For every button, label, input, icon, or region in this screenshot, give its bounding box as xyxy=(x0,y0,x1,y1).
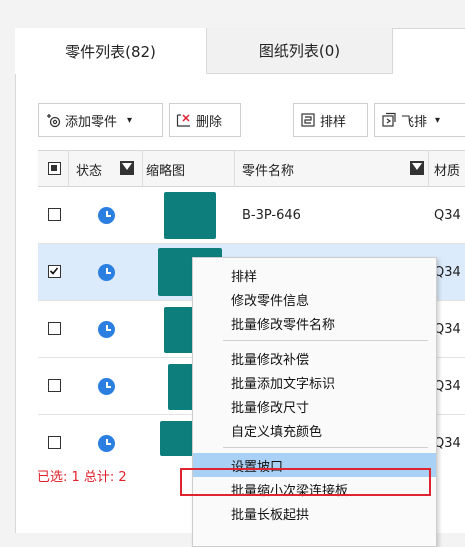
material-cell: Q34 xyxy=(434,322,461,337)
tab-parts-list[interactable]: 零件列表(82) xyxy=(15,28,207,74)
delete-button[interactable]: 删除 xyxy=(169,103,241,137)
context-menu: 排样 修改零件信息 批量修改零件名称 批量修改补偿 批量添加文字标识 批量修改尺… xyxy=(192,257,437,547)
menu-item-batch-resize[interactable]: 批量修改尺寸 xyxy=(193,394,436,418)
part-thumbnail xyxy=(168,364,194,410)
part-thumbnail xyxy=(160,421,194,456)
menu-item-nest[interactable]: 排样 xyxy=(193,263,436,287)
add-part-icon xyxy=(47,114,61,128)
filter-icon[interactable] xyxy=(410,161,424,175)
row-checkbox[interactable] xyxy=(48,265,61,278)
app-root: 零件列表(82) 图纸列表(0) 添加零件 ▾ 删除 排样 飞排 ▾ 状态 缩略… xyxy=(0,0,465,547)
nest-label: 排样 xyxy=(320,114,347,130)
clock-icon xyxy=(98,207,115,224)
add-part-button[interactable]: 添加零件 ▾ xyxy=(38,103,163,137)
menu-separator xyxy=(223,340,428,341)
delete-icon xyxy=(176,114,190,127)
header-thumbnail[interactable]: 缩略图 xyxy=(146,151,185,187)
row-checkbox[interactable] xyxy=(48,436,61,449)
menu-item-batch-text-label[interactable]: 批量添加文字标识 xyxy=(193,370,436,394)
material-cell: Q34 xyxy=(434,208,461,223)
header-material[interactable]: 材质 xyxy=(434,151,460,187)
check-icon xyxy=(49,267,59,275)
tab-drawings-list-label: 图纸列表(0) xyxy=(258,42,341,60)
material-cell: Q34 xyxy=(434,436,461,451)
clock-icon xyxy=(98,378,115,395)
part-thumbnail xyxy=(164,307,194,353)
menu-separator xyxy=(223,447,428,448)
filter-icon[interactable] xyxy=(120,161,134,175)
table-header: 状态 缩略图 零件名称 材质 xyxy=(38,151,465,187)
clock-icon xyxy=(98,264,115,281)
toolbar: 添加零件 ▾ 删除 排样 飞排 ▾ xyxy=(38,103,465,137)
menu-item-batch-camber[interactable]: 批量长板起拱 xyxy=(193,501,436,525)
highlight-annotation-box xyxy=(180,468,431,496)
fly-nest-icon xyxy=(382,112,396,127)
material-cell: Q34 xyxy=(434,265,461,280)
nest-button[interactable]: 排样 xyxy=(293,103,368,137)
row-checkbox[interactable] xyxy=(48,322,61,335)
row-checkbox[interactable] xyxy=(48,208,61,221)
tab-bar: 零件列表(82) 图纸列表(0) xyxy=(15,28,465,74)
nest-icon xyxy=(301,113,315,127)
clock-icon xyxy=(98,321,115,338)
tab-parts-list-label: 零件列表(82) xyxy=(65,42,156,61)
menu-item-edit-part-info[interactable]: 修改零件信息 xyxy=(193,287,436,311)
chevron-down-icon: ▾ xyxy=(127,114,133,126)
add-part-label: 添加零件 xyxy=(65,114,118,130)
chevron-down-icon: ▾ xyxy=(435,114,441,126)
header-part-name[interactable]: 零件名称 xyxy=(242,151,294,187)
clock-icon xyxy=(98,435,115,452)
menu-item-custom-fill-color[interactable]: 自定义填充颜色 xyxy=(193,418,436,442)
table-row[interactable]: B-3P-646 Q34 xyxy=(38,187,465,244)
row-checkbox[interactable] xyxy=(48,379,61,392)
selection-summary: 已选: 1 总计: 2 xyxy=(37,470,127,485)
select-all-checkbox[interactable] xyxy=(48,162,61,175)
part-name-cell: B-3P-646 xyxy=(242,208,301,223)
delete-label: 删除 xyxy=(196,114,223,130)
fly-nest-button[interactable]: 飞排 ▾ xyxy=(374,103,465,137)
header-status[interactable]: 状态 xyxy=(76,151,102,187)
fly-nest-label: 飞排 xyxy=(401,114,428,130)
part-thumbnail xyxy=(164,192,216,239)
menu-item-batch-compensation[interactable]: 批量修改补偿 xyxy=(193,346,436,370)
tab-drawings-list[interactable]: 图纸列表(0) xyxy=(207,28,393,74)
material-cell: Q34 xyxy=(434,379,461,394)
menu-item-batch-rename[interactable]: 批量修改零件名称 xyxy=(193,311,436,335)
